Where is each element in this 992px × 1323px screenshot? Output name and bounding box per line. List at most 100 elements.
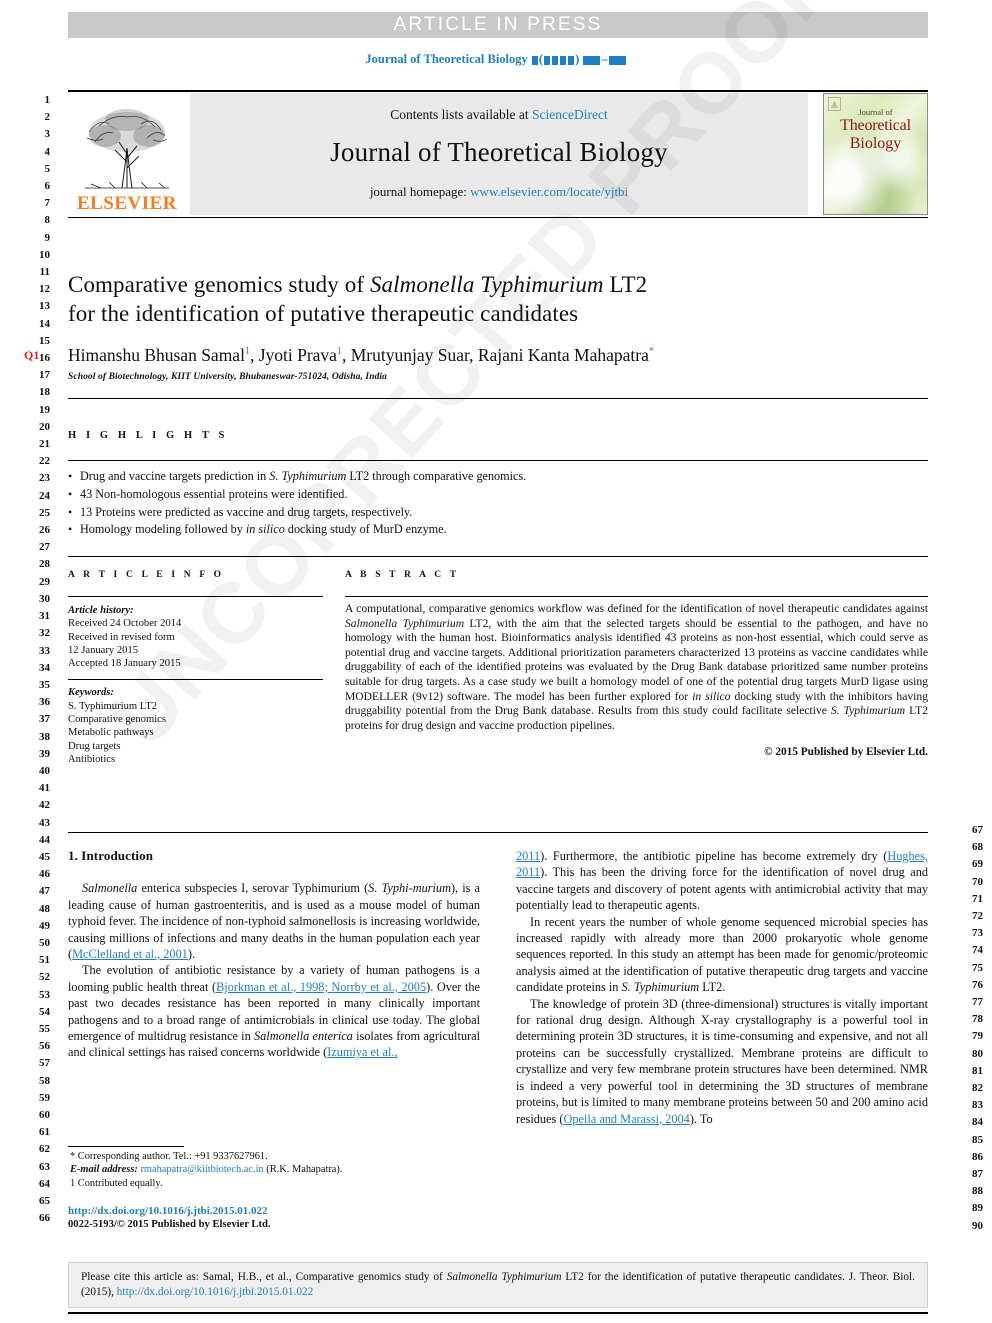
line-number: 37 (39, 713, 50, 726)
line-number: 70 (972, 875, 983, 888)
abstract-part-a: A computational, comparative genomics wo… (345, 602, 928, 615)
line-number: 31 (39, 610, 50, 623)
line-number: 52 (39, 971, 50, 984)
highlights-rule (68, 460, 928, 461)
section-heading-introduction: 1. Introduction (68, 848, 154, 863)
abstract-body: A computational, comparative genomics wo… (345, 602, 928, 760)
line-number: 9 (44, 231, 51, 244)
line-number: 53 (39, 988, 50, 1001)
line-number: 3 (44, 128, 51, 141)
line-number: 82 (972, 1082, 983, 1095)
article-history-item: 12 January 2015 (68, 644, 139, 656)
line-number: 23 (39, 472, 50, 485)
intro-p1-a: enterica subspecies I, serovar Typhimuri… (137, 881, 369, 896)
line-number: 59 (39, 1091, 50, 1104)
intro-paragraph-3: In recent years the number of whole geno… (516, 914, 928, 996)
abstract-rule (345, 596, 928, 597)
line-number: 22 (39, 455, 50, 468)
author-1: Himanshu Bhusan Samal (68, 344, 245, 365)
title-part-a: Comparative genomics study of (68, 272, 370, 297)
intro-paragraph-4: The knowledge of protein 3D (three-dimen… (516, 996, 928, 1127)
title-bottom-rule (68, 398, 928, 399)
line-number: 85 (972, 1133, 983, 1146)
line-number: 86 (972, 1150, 983, 1163)
citation-link[interactable]: Bjorkman et al., 1998; Norrby et al., 20… (216, 980, 426, 994)
article-in-press-label: ARTICLE IN PRESS (393, 14, 603, 35)
intro-p4-a: The knowledge of protein 3D (three-dimen… (516, 996, 928, 1126)
intro-paragraph-2-continued: 2011). Furthermore, the antibiotic pipel… (516, 848, 928, 914)
keyword-item: Comparative genomics (68, 714, 166, 726)
line-number: 58 (39, 1074, 50, 1087)
journal-homepage-link[interactable]: www.elsevier.com/locate/yjtbi (470, 184, 628, 199)
cover-line-1: Journal of (858, 107, 893, 117)
citation-link[interactable]: McClelland et al., 2001 (72, 947, 188, 961)
highlights-heading: H I G H L I G H T S (68, 430, 228, 441)
highlight-1-a: Drug and vaccine targets prediction in (80, 469, 270, 483)
keywords-label: Keywords: (68, 687, 114, 699)
footnote-email: E-mail address: rmahapatra@kiitbiotech.a… (68, 1163, 480, 1176)
line-number: 79 (972, 1030, 983, 1043)
keyword-item: S. Typhimurium LT2 (68, 700, 158, 712)
line-number: 25 (39, 506, 50, 519)
line-number: 8 (44, 214, 51, 227)
line-number: 64 (39, 1177, 50, 1190)
email-link[interactable]: rmahapatra@kiitbiotech.ac.in (140, 1164, 263, 1175)
journal-homepage-line: journal homepage: www.elsevier.com/locat… (370, 184, 628, 200)
author-2: Jyoti Prava (258, 344, 337, 365)
intro-paragraph-2: The evolution of antibiotic resistance b… (68, 962, 480, 1060)
sciencedirect-link[interactable]: ScienceDirect (532, 107, 608, 122)
line-number: 41 (39, 782, 50, 795)
cite-doi-link[interactable]: http://dx.doi.org/10.1016/j.jtbi.2015.01… (117, 1286, 314, 1298)
citation-link[interactable]: Izumiya et al., (327, 1045, 397, 1059)
line-number: 44 (39, 833, 50, 846)
line-number: 60 (39, 1108, 50, 1121)
line-number: 10 (39, 248, 50, 261)
line-number: 54 (39, 1005, 50, 1018)
article-history-item: Received in revised form (68, 631, 175, 643)
article-info-body: Article history: Received 24 October 201… (68, 604, 323, 766)
line-number: 47 (39, 885, 50, 898)
line-number: 32 (39, 627, 50, 640)
footnote-corresponding-author: * Corresponding author. Tel.: +91 933762… (70, 1151, 268, 1162)
line-number: 63 (39, 1160, 50, 1173)
line-number: 80 (972, 1047, 983, 1060)
line-number: 69 (972, 858, 983, 871)
intro-paragraph-1: Salmonella enterica subspecies I, serova… (68, 880, 480, 962)
journal-header-band: ELSEVIER Contents lists available at Sci… (68, 93, 928, 215)
article-history-label: Article history: (68, 605, 134, 616)
doi-line[interactable]: http://dx.doi.org/10.1016/j.jtbi.2015.01… (68, 1204, 480, 1218)
journal-title: Journal of Theoretical Biology (330, 136, 668, 167)
author-1-mark: 1 (244, 346, 250, 357)
line-number: 24 (39, 489, 50, 502)
line-number: 57 (39, 1057, 50, 1070)
highlight-1-em: S. Typhimurium (269, 469, 347, 483)
citation-link[interactable]: Opella and Marassi, 2004 (563, 1112, 689, 1126)
running-head: Journal of Theoretical Biology () – (0, 52, 992, 67)
line-number: 90 (972, 1219, 983, 1232)
line-number: 67 (972, 824, 983, 836)
line-number: 35 (39, 678, 50, 691)
line-number: 21 (39, 438, 50, 451)
line-number: 1 (44, 94, 51, 106)
line-number: 36 (39, 696, 50, 709)
line-numbers-left-column: 1 2 3 4 5 6 7 8 9 10 11 12 13 14 15 16 17 18 19 20 21 22 23 24 2… (26, 92, 50, 1227)
citation-link[interactable]: 2011 (516, 849, 540, 863)
line-number: 5 (44, 162, 51, 175)
line-number: 2 (44, 111, 51, 124)
line-number: 76 (972, 978, 983, 991)
line-number: 84 (972, 1116, 983, 1129)
line-number: 72 (972, 910, 983, 923)
line-number: 20 (39, 420, 50, 433)
line-number: 51 (39, 954, 50, 967)
line-number: 89 (972, 1202, 983, 1215)
abstract-bottom-rule (68, 832, 928, 833)
running-head-journal: Journal of Theoretical Biology (365, 52, 528, 66)
line-number: 29 (39, 575, 50, 588)
highlight-4-em: in silico (245, 522, 285, 537)
line-number: 28 (39, 558, 50, 571)
highlights-list: Drug and vaccine targets prediction in S… (68, 468, 768, 539)
header-top-rule (68, 90, 928, 92)
line-number: 38 (39, 730, 50, 743)
line-number: 19 (39, 403, 50, 416)
line-number: 27 (39, 541, 50, 554)
